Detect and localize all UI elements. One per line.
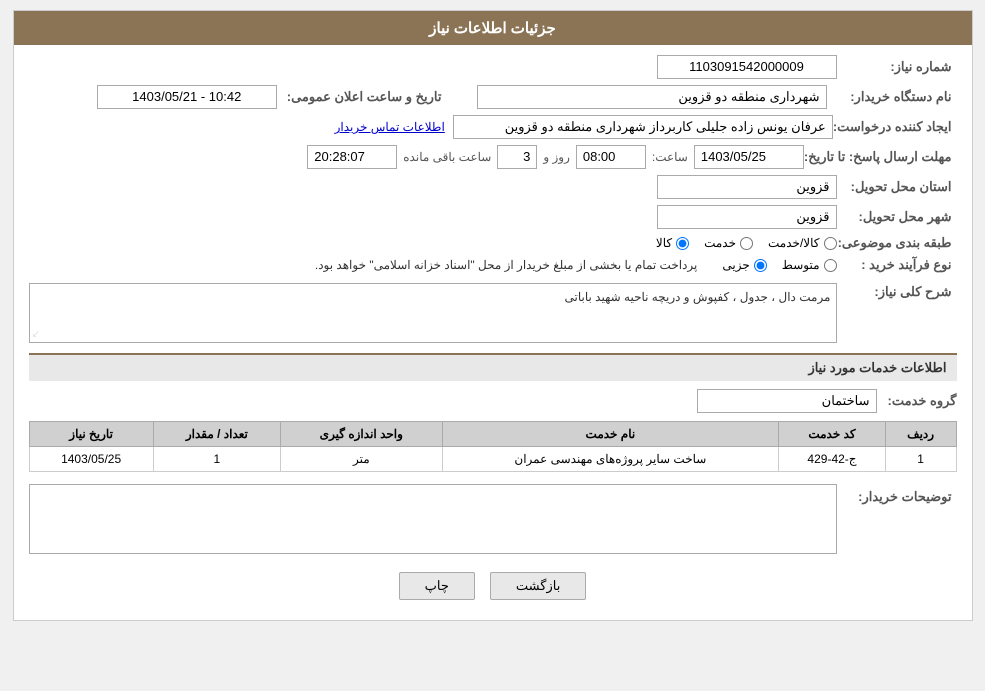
announce-datetime-label: تاریخ و ساعت اعلان عمومی: (287, 89, 447, 105)
category-kala-khedmat-radio[interactable] (824, 237, 837, 250)
col-header-unit: واحد اندازه گیری (281, 422, 443, 447)
announce-datetime-value: 1403/05/21 - 10:42 (97, 85, 277, 109)
deadline-days: 3 (497, 145, 537, 169)
province-label: استان محل تحویل: (837, 179, 957, 195)
print-button[interactable]: چاپ (399, 572, 475, 600)
category-khedmat-option: خدمت (704, 236, 753, 250)
col-header-date: تاریخ نیاز (29, 422, 153, 447)
description-box: مرمت دال ، جدول ، کفپوش و دریچه ناحیه شه… (29, 283, 837, 343)
service-group-label: گروه خدمت: (877, 393, 957, 409)
cell-row-num: 1 (885, 447, 956, 472)
table-header-row: ردیف کد خدمت نام خدمت واحد اندازه گیری ت… (29, 422, 956, 447)
col-header-row-num: ردیف (885, 422, 956, 447)
process-row: نوع فرآیند خرید : متوسط جزیی پرداخت تمام… (29, 257, 957, 273)
table-row: 1 ج-42-429 ساخت سایر پروژه‌های مهندسی عم… (29, 447, 956, 472)
deadline-label: مهلت ارسال پاسخ: تا تاریخ: (804, 149, 957, 165)
services-table: ردیف کد خدمت نام خدمت واحد اندازه گیری ت… (29, 421, 957, 472)
service-group-row: گروه خدمت: ساختمان (29, 389, 957, 413)
province-value: قزوین (657, 175, 837, 199)
city-value: قزوین (657, 205, 837, 229)
category-kala-option: کالا (656, 236, 689, 250)
deadline-time-label: ساعت: (652, 150, 688, 164)
process-label: نوع فرآیند خرید : (837, 257, 957, 273)
city-label: شهر محل تحویل: (837, 209, 957, 225)
buyer-org-value: شهرداری منطقه دو قزوین (477, 85, 827, 109)
cell-qty: 1 (153, 447, 280, 472)
buyer-notes-label: توضیحات خریدار: (837, 484, 957, 505)
need-number-row: شماره نیاز: 1103091542000009 (29, 55, 957, 79)
main-content: شماره نیاز: 1103091542000009 نام دستگاه … (14, 45, 972, 620)
page-container: جزئیات اطلاعات نیاز شماره نیاز: 11030915… (13, 10, 973, 621)
creator-link[interactable]: اطلاعات تماس خریدار (335, 120, 445, 134)
description-label: شرح کلی نیاز: (837, 279, 957, 300)
page-title: جزئیات اطلاعات نیاز (429, 20, 556, 37)
creator-name: عرفان یونس زاده جلیلی کاربرداز شهرداری م… (453, 115, 833, 139)
buyer-notes-textarea[interactable] (29, 484, 837, 554)
description-text: مرمت دال ، جدول ، کفپوش و دریچه ناحیه شه… (565, 290, 831, 304)
deadline-time: 08:00 (576, 145, 646, 169)
service-group-value: ساختمان (697, 389, 877, 413)
category-kala-label: کالا (656, 236, 672, 250)
category-kala-khedmat-option: کالا/خدمت (768, 236, 836, 250)
need-number-label: شماره نیاز: (837, 59, 957, 75)
buyer-org-announce-row: نام دستگاه خریدار: شهرداری منطقه دو قزوی… (29, 85, 957, 109)
process-jozee-label: جزیی (722, 258, 749, 272)
cell-date: 1403/05/25 (29, 447, 153, 472)
process-mottaset-option: متوسط (782, 258, 837, 272)
category-kala-radio[interactable] (676, 237, 689, 250)
page-header: جزئیات اطلاعات نیاز (14, 11, 972, 45)
deadline-days-label: روز و (543, 150, 570, 164)
deadline-date: 1403/05/25 (694, 145, 804, 169)
buyer-notes-container (29, 484, 837, 557)
category-kala-khedmat-label: کالا/خدمت (768, 236, 819, 250)
province-row: استان محل تحویل: قزوین (29, 175, 957, 199)
category-khedmat-radio[interactable] (740, 237, 753, 250)
deadline-row: مهلت ارسال پاسخ: تا تاریخ: 1403/05/25 سا… (29, 145, 957, 169)
services-section-label: اطلاعات خدمات مورد نیاز (808, 360, 946, 375)
need-number-value: 1103091542000009 (657, 55, 837, 79)
process-mottaset-radio[interactable] (824, 259, 837, 272)
remaining-time: 20:28:07 (307, 145, 397, 169)
services-section-header: اطلاعات خدمات مورد نیاز (29, 353, 957, 381)
deadline-datetime: 1403/05/25 ساعت: 08:00 روز و 3 ساعت باقی… (307, 145, 804, 169)
col-header-service-code: کد خدمت (779, 422, 886, 447)
city-row: شهر محل تحویل: قزوین (29, 205, 957, 229)
category-row: طبقه بندی موضوعی: کالا/خدمت خدمت کالا (29, 235, 957, 251)
cell-service-name: ساخت سایر پروژه‌های مهندسی عمران (442, 447, 779, 472)
description-container: مرمت دال ، جدول ، کفپوش و دریچه ناحیه شه… (29, 279, 837, 343)
buttons-row: بازگشت چاپ (29, 572, 957, 600)
remaining-label: ساعت باقی مانده (403, 150, 491, 164)
buyer-notes-row: توضیحات خریدار: (29, 484, 957, 557)
description-row: شرح کلی نیاز: مرمت دال ، جدول ، کفپوش و … (29, 279, 957, 343)
creator-label: ایجاد کننده درخواست: (833, 119, 957, 135)
buyer-org-label: نام دستگاه خریدار: (837, 89, 957, 105)
process-jozee-option: جزیی (722, 258, 766, 272)
category-khedmat-label: خدمت (704, 236, 736, 250)
process-options: متوسط جزیی پرداخت تمام یا بخشی از مبلغ خ… (315, 258, 837, 272)
back-button[interactable]: بازگشت (490, 572, 586, 600)
process-mottaset-label: متوسط (782, 258, 820, 272)
creator-row: ایجاد کننده درخواست: عرفان یونس زاده جلی… (29, 115, 957, 139)
col-header-service-name: نام خدمت (442, 422, 779, 447)
resize-handle: ↙ (32, 329, 40, 340)
cell-unit: متر (281, 447, 443, 472)
category-radio-group: کالا/خدمت خدمت کالا (656, 236, 837, 250)
cell-service-code: ج-42-429 (779, 447, 886, 472)
category-label: طبقه بندی موضوعی: (837, 235, 957, 251)
process-description: پرداخت تمام یا بخشی از مبلغ خریدار از مح… (315, 258, 698, 272)
process-jozee-radio[interactable] (754, 259, 767, 272)
col-header-qty: تعداد / مقدار (153, 422, 280, 447)
